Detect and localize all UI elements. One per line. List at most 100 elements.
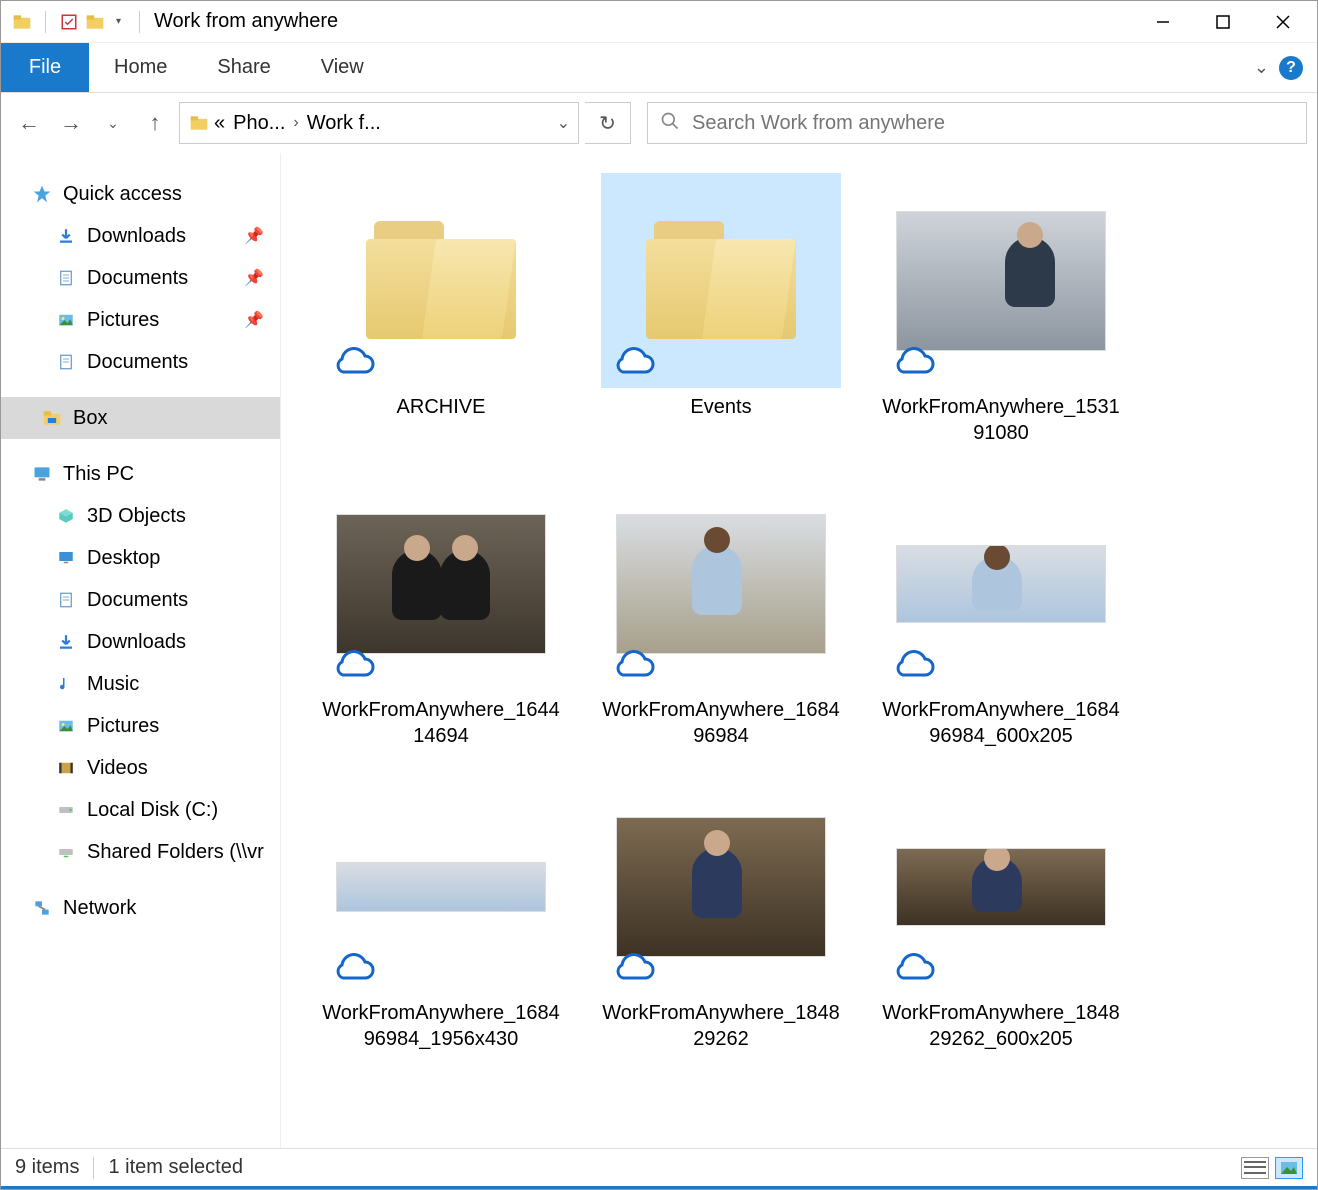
sidebar: Quick access Downloads 📌 Documents 📌 Pic… bbox=[1, 153, 281, 1148]
image-thumbnail bbox=[896, 848, 1106, 926]
sidebar-item-downloads[interactable]: Downloads 📌 bbox=[1, 215, 280, 257]
sidebar-item-videos[interactable]: Videos bbox=[1, 747, 280, 789]
folder-icon bbox=[84, 11, 106, 33]
file-item[interactable]: WorkFromAnywhere_168496984_600x205 bbox=[871, 476, 1131, 749]
sidebar-item-documents[interactable]: Documents 📌 bbox=[1, 257, 280, 299]
quick-access-toolbar: ▾ bbox=[5, 11, 148, 33]
sidebar-label: Pictures bbox=[87, 715, 159, 738]
file-item[interactable]: WorkFromAnywhere_168496984 bbox=[591, 476, 851, 749]
file-item[interactable]: WorkFromAnywhere_164414694 bbox=[311, 476, 571, 749]
forward-button[interactable]: → bbox=[53, 105, 89, 141]
pin-icon: 📌 bbox=[244, 310, 264, 330]
search-icon bbox=[660, 111, 680, 136]
maximize-button[interactable] bbox=[1193, 2, 1253, 42]
sidebar-label: Downloads bbox=[87, 225, 186, 248]
folder-icon bbox=[188, 112, 210, 134]
download-icon bbox=[55, 631, 77, 653]
cloud-icon bbox=[889, 344, 937, 380]
item-label: ARCHIVE bbox=[397, 388, 486, 420]
content-pane[interactable]: ARCHIVE Events bbox=[281, 153, 1317, 1148]
image-thumbnail bbox=[336, 514, 546, 654]
file-item[interactable]: WorkFromAnywhere_168496984_1956x430 bbox=[311, 779, 571, 1052]
sidebar-item-downloads[interactable]: Downloads bbox=[1, 621, 280, 663]
sidebar-item-local-disk[interactable]: Local Disk (C:) bbox=[1, 789, 280, 831]
image-thumbnail bbox=[896, 211, 1106, 351]
image-thumbnail bbox=[336, 862, 546, 912]
sidebar-item-network[interactable]: Network bbox=[1, 887, 280, 929]
document-icon bbox=[55, 351, 77, 373]
sidebar-label: 3D Objects bbox=[87, 505, 186, 528]
image-thumbnail bbox=[616, 817, 826, 957]
address-dropdown-icon[interactable]: ⌄ bbox=[557, 113, 570, 133]
sidebar-item-desktop[interactable]: Desktop bbox=[1, 537, 280, 579]
item-label: WorkFromAnywhere_153191080 bbox=[881, 388, 1121, 446]
sidebar-item-documents[interactable]: Documents bbox=[1, 341, 280, 383]
sidebar-item-shared-folders[interactable]: Shared Folders (\\vr bbox=[1, 831, 280, 873]
share-tab[interactable]: Share bbox=[192, 43, 295, 92]
details-view-button[interactable] bbox=[1241, 1157, 1269, 1179]
collapse-ribbon-icon[interactable]: ⌄ bbox=[1254, 57, 1269, 78]
sidebar-item-pictures[interactable]: Pictures 📌 bbox=[1, 299, 280, 341]
file-tab[interactable]: File bbox=[1, 43, 89, 92]
selection-count: 1 item selected bbox=[108, 1156, 243, 1179]
item-label: WorkFromAnywhere_168496984_600x205 bbox=[881, 691, 1121, 749]
folder-item-archive[interactable]: ARCHIVE bbox=[311, 173, 571, 446]
cloud-icon bbox=[609, 344, 657, 380]
help-icon[interactable]: ? bbox=[1279, 56, 1303, 80]
sidebar-item-pictures[interactable]: Pictures bbox=[1, 705, 280, 747]
sidebar-label: Local Disk (C:) bbox=[87, 799, 218, 822]
refresh-button[interactable]: ↻ bbox=[585, 102, 631, 144]
music-icon bbox=[55, 673, 77, 695]
close-button[interactable] bbox=[1253, 2, 1313, 42]
sidebar-item-this-pc[interactable]: This PC bbox=[1, 453, 280, 495]
sidebar-item-3d-objects[interactable]: 3D Objects bbox=[1, 495, 280, 537]
chevron-right-icon[interactable]: › bbox=[289, 114, 302, 132]
sidebar-label: Documents bbox=[87, 267, 188, 290]
recent-dropdown[interactable]: ⌄ bbox=[95, 105, 131, 141]
cloud-icon bbox=[329, 344, 377, 380]
pictures-icon bbox=[55, 309, 77, 331]
document-icon bbox=[55, 589, 77, 611]
sidebar-item-documents[interactable]: Documents bbox=[1, 579, 280, 621]
view-tab[interactable]: View bbox=[296, 43, 389, 92]
qat-dropdown-icon[interactable]: ▾ bbox=[116, 16, 121, 27]
file-item[interactable]: WorkFromAnywhere_184829262_600x205 bbox=[871, 779, 1131, 1052]
folder-item-events[interactable]: Events bbox=[591, 173, 851, 446]
back-button[interactable]: ← bbox=[11, 105, 47, 141]
title-bar: ▾ Work from anywhere bbox=[1, 1, 1317, 43]
cube-icon bbox=[55, 505, 77, 527]
cloud-icon bbox=[609, 950, 657, 986]
nav-bar: ← → ⌄ ↑ « Pho... › Work f... ⌄ ↻ bbox=[1, 93, 1317, 153]
search-box[interactable] bbox=[647, 102, 1307, 144]
item-label: WorkFromAnywhere_164414694 bbox=[321, 691, 561, 749]
pin-icon: 📌 bbox=[244, 268, 264, 288]
up-button[interactable]: ↑ bbox=[137, 105, 173, 141]
network-drive-icon bbox=[55, 841, 77, 863]
sidebar-label: Documents bbox=[87, 589, 188, 612]
ribbon: File Home Share View ⌄ ? bbox=[1, 43, 1317, 93]
star-icon bbox=[31, 183, 53, 205]
sidebar-label: Music bbox=[87, 673, 139, 696]
sidebar-item-music[interactable]: Music bbox=[1, 663, 280, 705]
breadcrumb-prefix[interactable]: « bbox=[210, 112, 229, 135]
file-item[interactable]: WorkFromAnywhere_153191080 bbox=[871, 173, 1131, 446]
breadcrumb-part[interactable]: Work f... bbox=[303, 112, 385, 135]
sidebar-item-quick-access[interactable]: Quick access bbox=[1, 173, 280, 215]
image-thumbnail bbox=[616, 514, 826, 654]
pictures-icon bbox=[55, 715, 77, 737]
search-input[interactable] bbox=[692, 112, 1294, 135]
item-label: Events bbox=[690, 388, 751, 420]
thumbnails-view-button[interactable] bbox=[1275, 1157, 1303, 1179]
properties-icon[interactable] bbox=[58, 11, 80, 33]
minimize-button[interactable] bbox=[1133, 2, 1193, 42]
disk-icon bbox=[55, 799, 77, 821]
file-item[interactable]: WorkFromAnywhere_184829262 bbox=[591, 779, 851, 1052]
address-bar[interactable]: « Pho... › Work f... ⌄ bbox=[179, 102, 579, 144]
box-icon bbox=[41, 407, 63, 429]
download-icon bbox=[55, 225, 77, 247]
cloud-icon bbox=[889, 950, 937, 986]
home-tab[interactable]: Home bbox=[89, 43, 192, 92]
document-icon bbox=[55, 267, 77, 289]
breadcrumb-part[interactable]: Pho... bbox=[229, 112, 289, 135]
sidebar-item-box[interactable]: Box bbox=[1, 397, 280, 439]
